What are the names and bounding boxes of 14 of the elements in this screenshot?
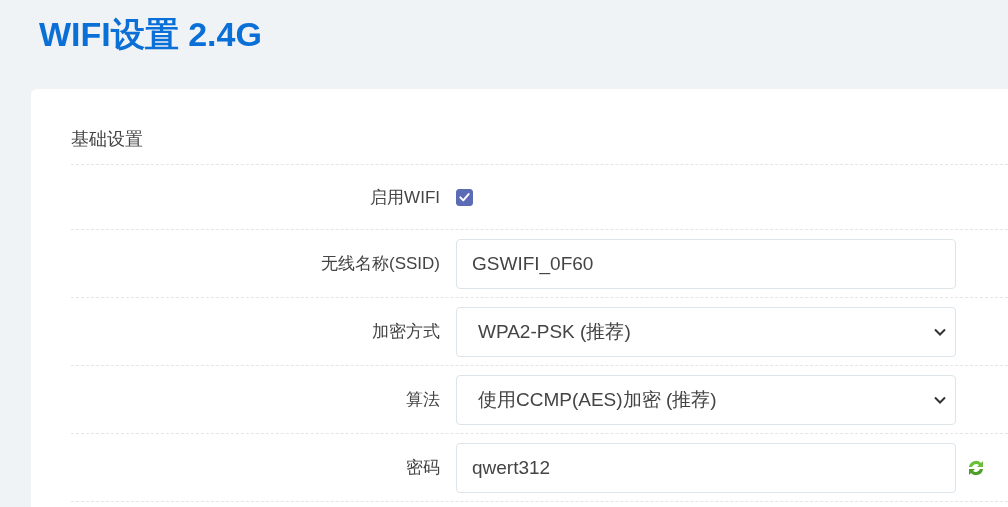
- dropdown[interactable]: 使用CCMP(AES)加密 (推荐): [456, 374, 956, 425]
- chevron-down-icon: [933, 326, 947, 337]
- password-field[interactable]: qwert312: [456, 442, 956, 493]
- page-title: WIFI设置 2.4G: [39, 14, 263, 55]
- ssid-field[interactable]: GSWIFI_0F60: [456, 238, 956, 289]
- enable-checkbox[interactable]: [456, 188, 473, 206]
- section-title: 基础设置: [71, 125, 1008, 165]
- chevron-down-icon: [933, 394, 947, 405]
- field-label: 启用WIFI: [369, 186, 441, 209]
- field-label: 密码: [405, 457, 441, 479]
- dropdown[interactable]: WPA2-PSK (推荐): [456, 306, 956, 357]
- field-label: 加密方式: [371, 321, 441, 343]
- field-label: 无线名称(SSID): [320, 253, 441, 275]
- field-label: 算法: [405, 389, 441, 411]
